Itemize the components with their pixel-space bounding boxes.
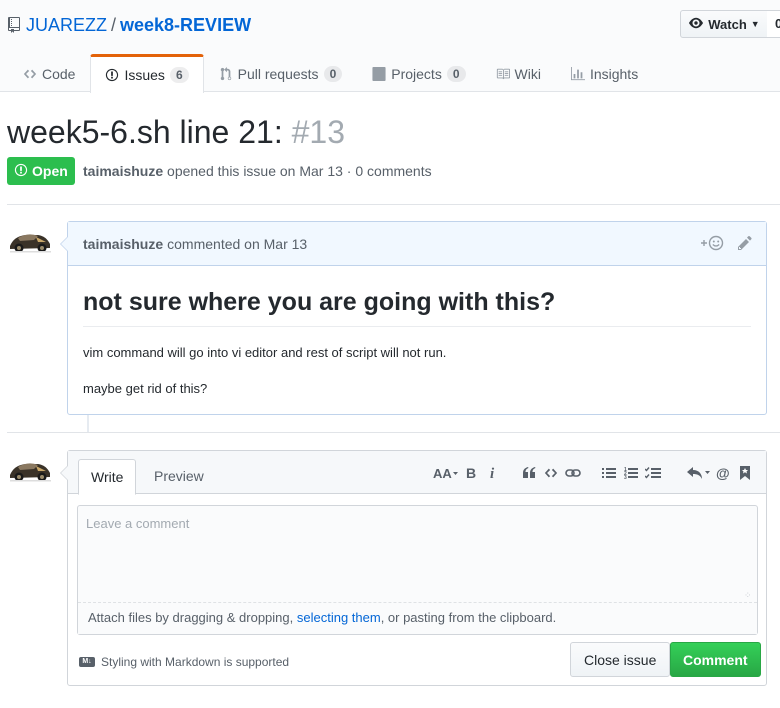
repo-name-link[interactable]: week8-REVIEW: [120, 15, 251, 35]
watch-button[interactable]: Watch ▼: [680, 10, 768, 38]
issue-meta-text: opened this issue on Mar 13 · 0 comments: [167, 163, 432, 179]
comment-textarea-wrapper: ⁘ Attach files by dragging & dropping, s…: [77, 505, 758, 635]
issue-author-link[interactable]: taimaishuze: [83, 163, 163, 179]
tab-issues[interactable]: Issues 6: [90, 54, 204, 93]
svg-text:@: @: [716, 466, 730, 480]
status-badge: Open: [7, 157, 75, 185]
reply-icon[interactable]: [686, 463, 712, 483]
issues-counter: 6: [169, 67, 189, 83]
svg-text:3: 3: [624, 475, 627, 480]
repo-header: JUAREZZ / week8-REVIEW Watch ▼ 0 Code Issu…: [0, 0, 780, 93]
graph-icon: [570, 66, 585, 81]
repo-title: JUAREZZ / week8-REVIEW: [8, 12, 251, 40]
eye-icon: [688, 16, 704, 33]
mention-icon[interactable]: @: [712, 463, 734, 483]
quote-icon[interactable]: [518, 463, 540, 483]
code-icon[interactable]: [540, 463, 562, 483]
close-issue-button[interactable]: Close issue: [570, 642, 671, 677]
comment-actions: [698, 235, 752, 254]
bookmark-icon[interactable]: [734, 463, 756, 483]
select-files-link[interactable]: selecting them: [297, 610, 381, 625]
issue-title-text: week5-6.sh line 21:: [7, 114, 283, 150]
file-attach-bar[interactable]: Attach files by dragging & dropping, sel…: [78, 602, 757, 634]
avatar[interactable]: [8, 228, 52, 254]
comment-heading: not sure where you are going with this?: [83, 286, 751, 327]
header-divider: [7, 204, 780, 205]
tab-projects[interactable]: Projects 0: [357, 54, 480, 92]
tab-label: Code: [42, 65, 76, 82]
tab-label: Projects: [391, 65, 442, 82]
comment-meta: commented on Mar 13: [167, 235, 308, 252]
tab-wiki[interactable]: Wiki: [481, 54, 556, 92]
issue-opened-icon: [14, 163, 28, 180]
issue-title: week5-6.sh line 21: #13: [7, 112, 345, 152]
tab-label: Pull requests: [237, 65, 319, 82]
new-comment-form: Write Preview AA B i 1 2 3 @ Leave a com…: [60, 450, 767, 686]
svg-text:B: B: [466, 466, 476, 480]
book-icon: [496, 67, 510, 81]
markdown-toolbar: AA B i 123 @: [432, 463, 756, 483]
repo-nav: Code Issues 6 Pull requests 0 Projects 0: [8, 54, 653, 93]
comment-paragraph: vim command will go into vi editor and r…: [83, 345, 447, 360]
avatar[interactable]: [8, 457, 52, 483]
comment-header: taimaishuze commented on Mar 13: [68, 222, 766, 266]
issue-opened-icon: [105, 68, 119, 82]
comment-textarea[interactable]: [78, 506, 757, 602]
markdown-note[interactable]: M↓ Styling with Markdown is supported: [79, 655, 289, 669]
comment-paragraph: maybe get rid of this?: [83, 381, 208, 396]
timeline-line: [87, 415, 89, 432]
link-icon[interactable]: [562, 463, 584, 483]
svg-text:AA: AA: [433, 466, 452, 480]
comment-button[interactable]: Comment: [670, 642, 761, 677]
markdown-icon: M↓: [79, 657, 95, 667]
git-pull-request-icon: [219, 66, 233, 81]
tab-insights[interactable]: Insights: [556, 54, 653, 92]
svg-text:i: i: [490, 466, 495, 480]
tab-label: Wiki: [514, 65, 541, 82]
add-reaction-icon[interactable]: [698, 235, 724, 254]
timeline-divider: [7, 432, 780, 433]
form-tabs: Write Preview AA B i 1 2 3 @: [60, 451, 766, 495]
tab-preview[interactable]: Preview: [142, 459, 216, 495]
issue-meta: taimaishuze opened this issue on Mar 13 …: [83, 163, 432, 179]
bold-icon[interactable]: B: [460, 463, 482, 483]
watch-count[interactable]: 0: [767, 10, 780, 38]
repo-icon: [8, 14, 20, 40]
comment-author-link[interactable]: taimaishuze: [83, 236, 163, 252]
pull-requests-counter: 0: [323, 65, 343, 82]
project-icon: [372, 66, 386, 81]
repo-owner-link[interactable]: JUAREZZ: [26, 15, 107, 35]
italic-icon[interactable]: i: [482, 463, 504, 483]
code-icon: [23, 67, 37, 81]
tab-code[interactable]: Code: [8, 54, 90, 92]
watch-label: Watch: [708, 16, 747, 32]
status-label: Open: [32, 163, 68, 179]
projects-counter: 0: [446, 65, 466, 82]
tab-label: Issues: [124, 67, 165, 83]
issue-number: #13: [291, 114, 345, 150]
markdown-note-text: Styling with Markdown is supported: [101, 655, 290, 669]
attach-text: Attach files by dragging & dropping,: [88, 610, 297, 625]
tab-write[interactable]: Write: [78, 459, 137, 495]
comment-card: taimaishuze commented on Mar 13 not sure…: [60, 221, 767, 415]
repo-separator: /: [111, 15, 117, 35]
ordered-list-icon[interactable]: 123: [620, 463, 642, 483]
resize-handle-icon[interactable]: ⁘: [744, 591, 754, 601]
tab-label: Insights: [589, 65, 639, 82]
pencil-icon[interactable]: [738, 235, 752, 254]
comment-body: not sure where you are going with this? …: [68, 286, 766, 399]
task-list-icon[interactable]: [642, 463, 664, 483]
attach-text-end: , or pasting from the clipboard.: [380, 610, 557, 625]
unordered-list-icon[interactable]: [598, 463, 620, 483]
caret-down-icon: ▼: [750, 19, 760, 29]
tab-pull-requests[interactable]: Pull requests 0: [204, 54, 358, 92]
text-size-icon[interactable]: AA: [432, 463, 460, 483]
